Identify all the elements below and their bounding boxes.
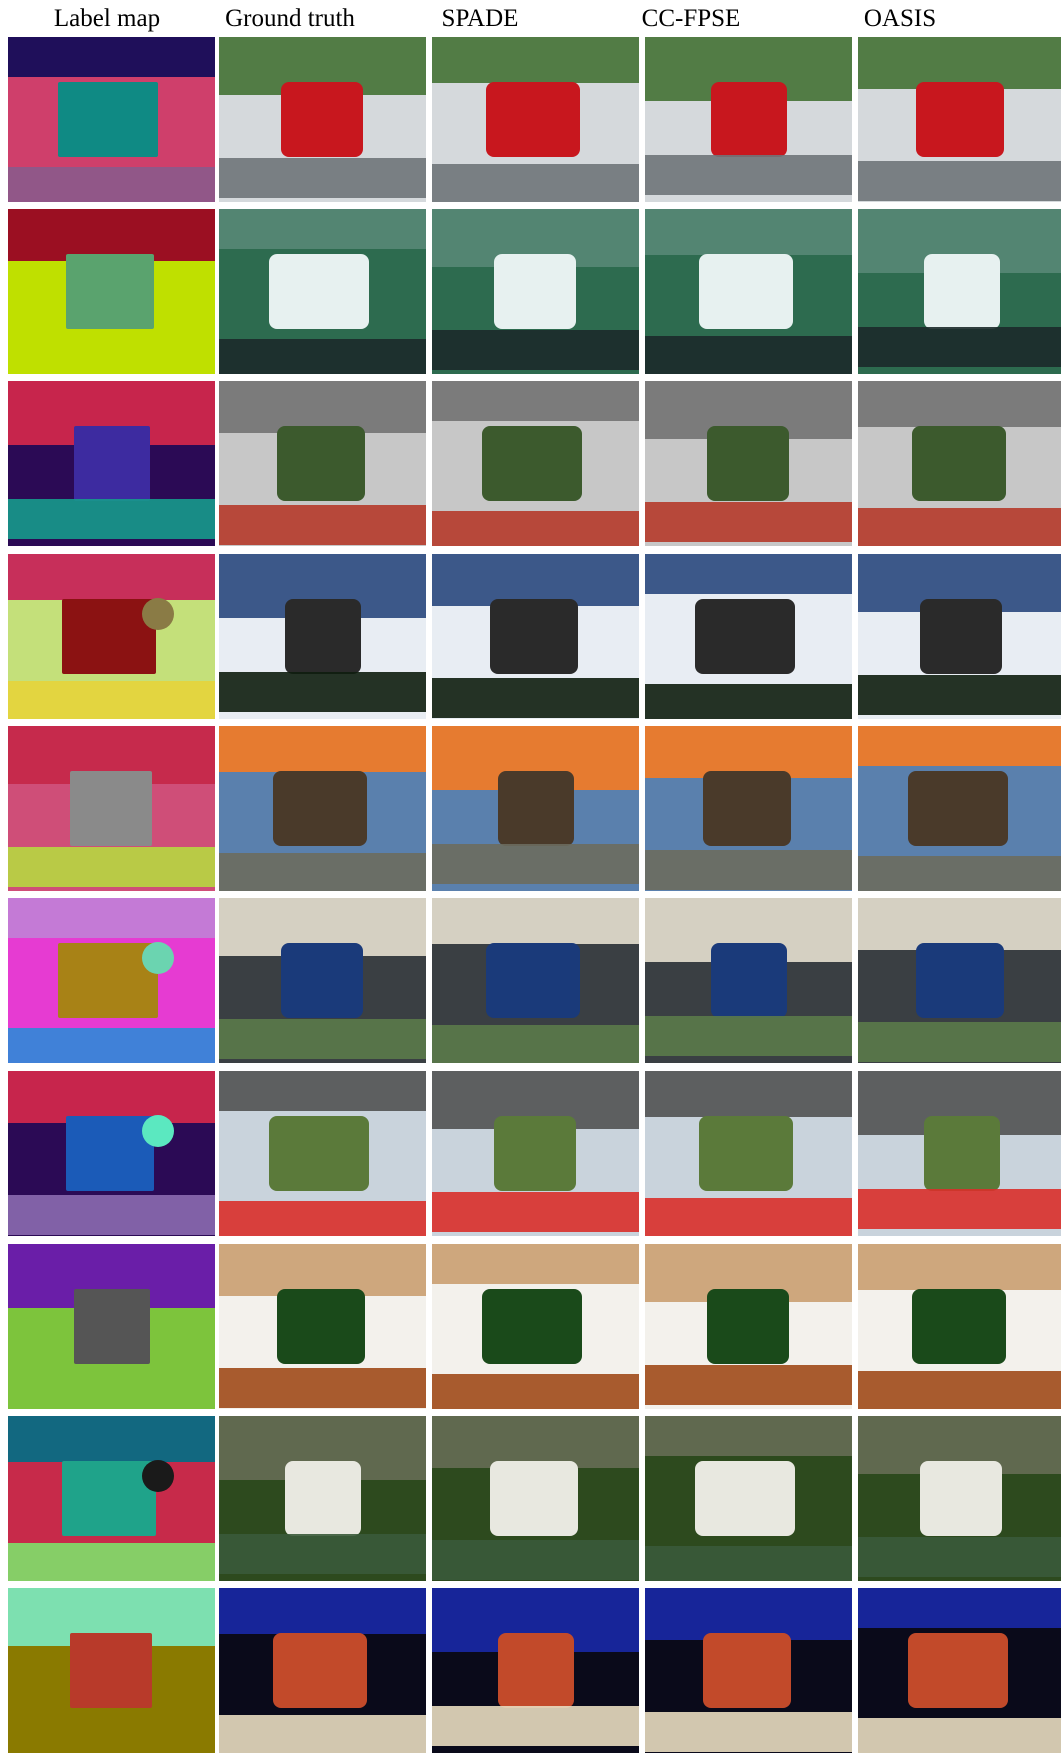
image-cc-fpse-row-2	[645, 209, 852, 374]
image-oasis-row-7	[858, 1071, 1061, 1236]
image-spade-row-6	[432, 898, 639, 1063]
column-header-ground-truth: Ground truth	[225, 5, 355, 32]
image-ground-truth-row-2	[219, 209, 426, 374]
image-cc-fpse-row-3	[645, 381, 852, 546]
image-label-map-row-5	[8, 726, 215, 891]
image-oasis-row-6	[858, 898, 1061, 1063]
image-oasis-row-5	[858, 726, 1061, 891]
image-cc-fpse-row-9	[645, 1416, 852, 1581]
image-cc-fpse-row-5	[645, 726, 852, 891]
image-ground-truth-row-4	[219, 554, 426, 719]
image-label-map-row-9	[8, 1416, 215, 1581]
image-cc-fpse-row-4	[645, 554, 852, 719]
image-cc-fpse-row-8	[645, 1244, 852, 1409]
image-oasis-row-2	[858, 209, 1061, 374]
image-cc-fpse-row-10	[645, 1588, 852, 1753]
image-spade-row-7	[432, 1071, 639, 1236]
image-oasis-row-4	[858, 554, 1061, 719]
image-label-map-row-1	[8, 37, 215, 202]
image-ground-truth-row-8	[219, 1244, 426, 1409]
image-cc-fpse-row-1	[645, 37, 852, 202]
image-ground-truth-row-7	[219, 1071, 426, 1236]
image-oasis-row-9	[858, 1416, 1061, 1581]
image-spade-row-2	[432, 209, 639, 374]
image-spade-row-3	[432, 381, 639, 546]
image-label-map-row-8	[8, 1244, 215, 1409]
image-ground-truth-row-10	[219, 1588, 426, 1753]
image-label-map-row-2	[8, 209, 215, 374]
image-spade-row-8	[432, 1244, 639, 1409]
image-ground-truth-row-3	[219, 381, 426, 546]
image-ground-truth-row-1	[219, 37, 426, 202]
image-spade-row-5	[432, 726, 639, 891]
column-header-oasis: OASIS	[863, 5, 937, 32]
column-header-spade: SPADE	[441, 5, 519, 32]
image-cc-fpse-row-6	[645, 898, 852, 1063]
image-ground-truth-row-9	[219, 1416, 426, 1581]
image-label-map-row-3	[8, 381, 215, 546]
image-oasis-row-10	[858, 1588, 1061, 1753]
image-oasis-row-8	[858, 1244, 1061, 1409]
image-spade-row-1	[432, 37, 639, 202]
image-oasis-row-1	[858, 37, 1061, 202]
image-spade-row-4	[432, 554, 639, 719]
image-cc-fpse-row-7	[645, 1071, 852, 1236]
image-label-map-row-7	[8, 1071, 215, 1236]
image-ground-truth-row-6	[219, 898, 426, 1063]
image-label-map-row-6	[8, 898, 215, 1063]
image-ground-truth-row-5	[219, 726, 426, 891]
image-oasis-row-3	[858, 381, 1061, 546]
image-label-map-row-4	[8, 554, 215, 719]
image-spade-row-9	[432, 1416, 639, 1581]
column-header-cc-fpse: CC-FPSE	[641, 5, 741, 32]
image-label-map-row-10	[8, 1588, 215, 1753]
column-header-label-map: Label map	[53, 5, 161, 32]
image-spade-row-10	[432, 1588, 639, 1753]
